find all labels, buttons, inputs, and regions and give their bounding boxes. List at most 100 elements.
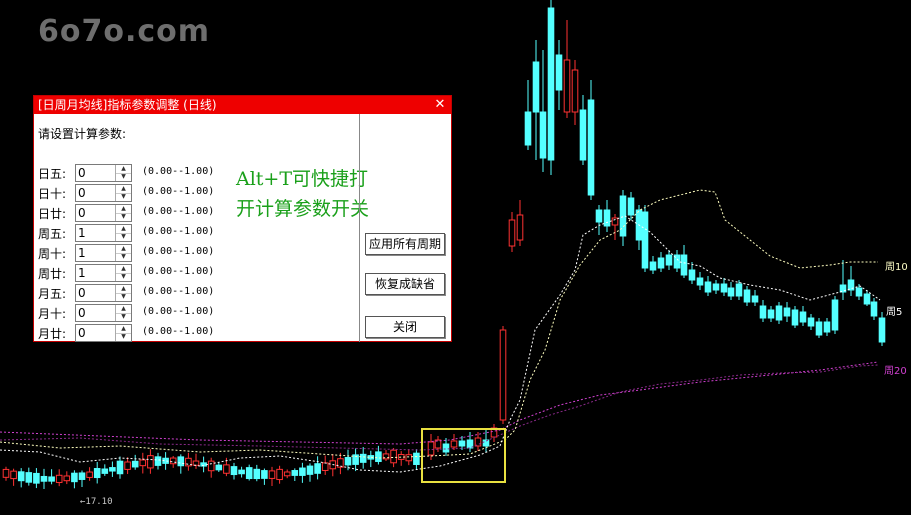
param-row: 月五: ▲▼ (0.00--1.00) [38, 284, 358, 302]
param-range: (0.00--1.00) [142, 286, 215, 297]
candle-body [595, 209, 603, 223]
candle-body [375, 451, 382, 462]
candle-body [799, 311, 807, 323]
spin-down-icon[interactable]: ▼ [116, 173, 131, 181]
candle-body [547, 7, 555, 161]
candle-body [680, 254, 688, 276]
param-row: 月廿: ▲▼ (0.00--1.00) [38, 324, 358, 342]
candle-body [539, 111, 547, 159]
shortcut-hint: Alt+T可快捷打 开计算参数开关 [236, 164, 369, 224]
close-button[interactable]: 关闭 [365, 316, 445, 338]
candle-body [261, 470, 268, 479]
candle-body [109, 467, 116, 472]
candle-body [2, 468, 10, 478]
candle-body [147, 455, 154, 469]
candle-body [321, 462, 329, 471]
param-value-input[interactable] [78, 226, 114, 240]
candle-body [665, 254, 673, 266]
ma-label-week20: 周20 [884, 366, 907, 377]
param-spinbox[interactable]: ▲▼ [75, 304, 132, 322]
dialog-title-bar[interactable]: [日周月均线]指标参数调整 (日线) ✕ [34, 96, 451, 114]
param-value-input[interactable] [78, 306, 114, 320]
candle-body [657, 257, 665, 269]
param-row: 月十: ▲▼ (0.00--1.00) [38, 304, 358, 322]
param-value-input[interactable] [78, 206, 114, 220]
candle-body [10, 470, 17, 480]
candle-body [831, 299, 839, 331]
candle-body [276, 468, 283, 481]
candle-body [207, 460, 215, 472]
apply-all-periods-button[interactable]: 应用所有周期 [365, 233, 445, 255]
param-value-input[interactable] [78, 246, 114, 260]
param-range: (0.00--1.00) [142, 306, 215, 317]
spin-down-icon[interactable]: ▼ [116, 193, 131, 201]
param-label: 月十: [38, 307, 67, 321]
param-label: 周廿: [38, 267, 67, 281]
param-spinbox[interactable]: ▲▼ [75, 204, 132, 222]
candle-body [427, 441, 435, 456]
spin-down-icon[interactable]: ▼ [116, 213, 131, 221]
param-spinbox[interactable]: ▲▼ [75, 164, 132, 182]
param-spinbox[interactable]: ▲▼ [75, 284, 132, 302]
param-label: 周五: [38, 227, 67, 241]
candle-body [116, 460, 124, 475]
low-price-label: ←17.10 [80, 497, 113, 507]
param-value-input[interactable] [78, 166, 114, 180]
param-panel: 请设置计算参数: 日五: ▲▼ (0.00--1.00) 日十: ▲▼ (0.00--1.… [34, 114, 369, 342]
param-spinbox[interactable]: ▲▼ [75, 224, 132, 242]
spin-down-icon[interactable]: ▼ [116, 273, 131, 281]
candle-body [450, 440, 458, 448]
candle-body [688, 269, 696, 281]
candle-body [48, 476, 55, 482]
candle-body [524, 111, 532, 146]
candle-body [139, 459, 147, 467]
candle-body [775, 305, 783, 321]
candle-body [154, 456, 162, 466]
spin-down-icon[interactable]: ▼ [116, 313, 131, 321]
candle-body [230, 466, 238, 476]
candle-body [499, 329, 507, 421]
param-value-input[interactable] [78, 266, 114, 280]
dialog-divider [359, 114, 360, 342]
candle-body [727, 287, 735, 297]
param-label: 日十: [38, 187, 67, 201]
candle-body [743, 289, 751, 303]
candle-body [390, 449, 397, 464]
param-spinbox[interactable]: ▲▼ [75, 184, 132, 202]
param-row: 周廿: ▲▼ (0.00--1.00) [38, 264, 358, 282]
candle-body [101, 468, 109, 474]
candle-body [344, 456, 352, 466]
candle-body [627, 197, 635, 216]
candle-body [25, 472, 33, 483]
param-spinbox[interactable]: ▲▼ [75, 244, 132, 262]
spin-down-icon[interactable]: ▼ [116, 293, 131, 301]
candle-body [359, 453, 367, 463]
candle-body [245, 467, 253, 480]
candle-body [215, 464, 223, 471]
param-range: (0.00--1.00) [142, 266, 215, 277]
candle-body [71, 472, 78, 483]
param-spinbox[interactable]: ▲▼ [75, 324, 132, 342]
restore-default-button[interactable]: 恢复成缺省 [365, 273, 445, 295]
candle-body [413, 452, 420, 465]
candle-body [532, 61, 540, 113]
spin-down-icon[interactable]: ▼ [116, 233, 131, 241]
param-value-input[interactable] [78, 186, 114, 200]
close-icon[interactable]: ✕ [433, 96, 447, 114]
candle-body [314, 463, 321, 474]
param-value-input[interactable] [78, 326, 114, 340]
spin-down-icon[interactable]: ▼ [116, 333, 131, 341]
candle-body [124, 461, 131, 470]
candle-body [767, 309, 775, 319]
param-spinbox[interactable]: ▲▼ [75, 264, 132, 282]
ma-line-week20-band [0, 361, 879, 445]
candle-body [33, 472, 40, 484]
param-range: (0.00--1.00) [142, 226, 215, 237]
candle-body [563, 59, 571, 113]
candle-body [587, 99, 595, 196]
candle-body [579, 109, 587, 161]
param-label: 月廿: [38, 327, 67, 341]
spin-down-icon[interactable]: ▼ [116, 253, 131, 261]
candle-body [86, 471, 93, 478]
param-value-input[interactable] [78, 286, 114, 300]
